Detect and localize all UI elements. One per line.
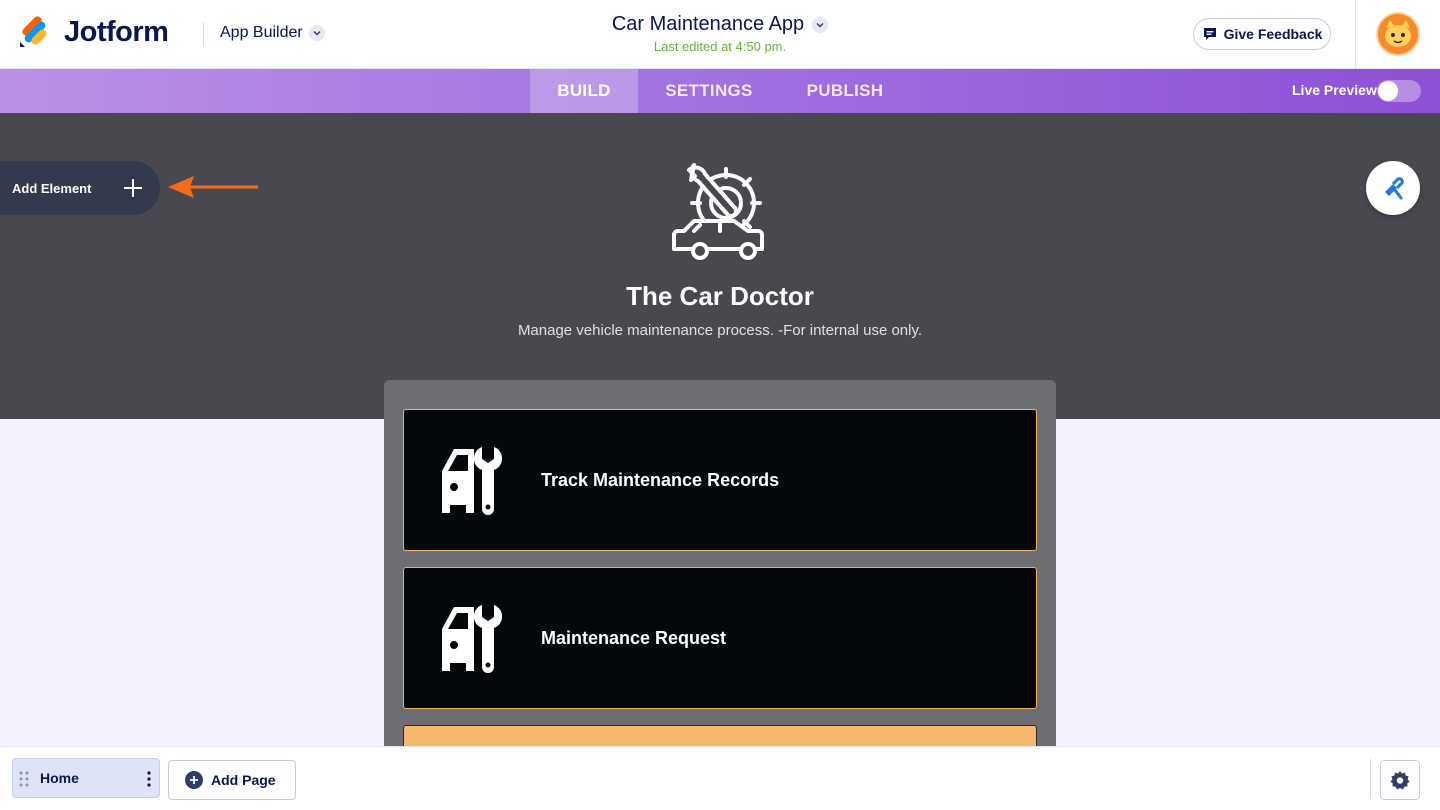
app-title: Car Maintenance App (611, 13, 805, 35)
tab-publish[interactable]: PUBLISH (790, 69, 900, 113)
page-tab-home[interactable]: Home (12, 758, 160, 798)
pages-bar-divider (1370, 759, 1371, 799)
toggle-knob (1378, 81, 1398, 101)
pages-bar: Home Add Page (0, 746, 1440, 810)
add-element-button[interactable]: Add Element (0, 161, 160, 215)
tab-settings[interactable]: SETTINGS (648, 69, 770, 113)
more-options-icon[interactable] (147, 771, 151, 787)
tab-build-label: BUILD (557, 81, 611, 100)
add-element-label: Add Element (12, 180, 92, 196)
list-item-partial[interactable] (403, 725, 1037, 747)
page-settings-button[interactable] (1380, 760, 1420, 800)
top-header: Jotform App Builder Car Maintenance App … (0, 0, 1440, 69)
user-avatar-icon (1378, 14, 1418, 54)
give-feedback-button[interactable]: Give Feedback (1193, 18, 1331, 50)
page-tab-home-label: Home (40, 770, 79, 786)
list-item-label: Track Maintenance Records (541, 469, 780, 490)
drag-handle-icon[interactable] (19, 771, 29, 787)
car-wrench-icon (442, 605, 503, 673)
plus-circle-icon (185, 771, 203, 789)
gear-icon (1390, 771, 1410, 790)
feedback-icon (1203, 28, 1216, 40)
add-page-button[interactable]: Add Page (168, 760, 296, 800)
tab-publish-label: PUBLISH (806, 81, 884, 100)
builder-nav: BUILD SETTINGS PUBLISH (0, 69, 1440, 113)
app-subtitle[interactable]: Manage vehicle maintenance process. -For… (0, 322, 1440, 339)
tab-settings-label: SETTINGS (665, 81, 753, 100)
app-title-heading[interactable]: The Car Doctor (0, 281, 1440, 312)
give-feedback-label: Give Feedback (1223, 26, 1323, 42)
plus-icon (124, 179, 142, 197)
car-gear-wrench-icon (672, 163, 764, 260)
app-title-switcher[interactable]: Car Maintenance App (611, 13, 829, 36)
app-designer-button[interactable] (1366, 161, 1420, 215)
car-wrench-icon (442, 447, 503, 515)
live-preview-label: Live Preview (1292, 82, 1377, 98)
avatar[interactable] (1376, 12, 1420, 56)
tab-build[interactable]: BUILD (530, 69, 638, 113)
live-preview-toggle[interactable] (1377, 80, 1421, 102)
list-item[interactable]: Track Maintenance Records (403, 409, 1037, 551)
add-page-label: Add Page (211, 772, 276, 788)
list-item-label: Maintenance Request (541, 627, 727, 648)
list-item[interactable]: Maintenance Request (403, 567, 1037, 709)
orange-arrow-annotation-icon (168, 176, 258, 198)
chevron-down-icon (812, 16, 829, 33)
header-divider-right (1355, 0, 1356, 69)
paint-roller-icon (1385, 177, 1404, 200)
